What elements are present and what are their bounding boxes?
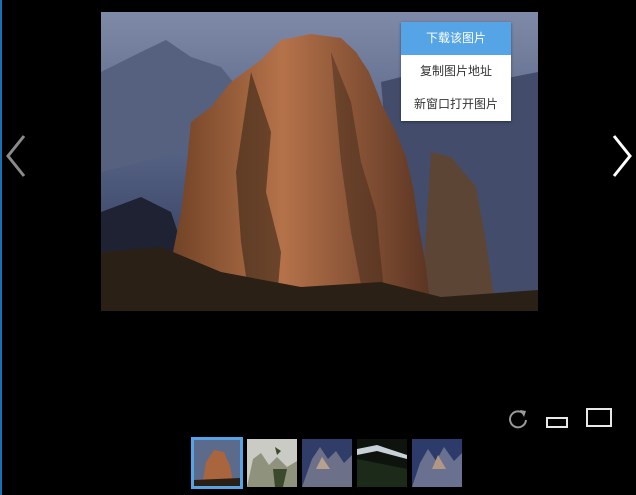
thumbnail-5[interactable]	[412, 439, 462, 487]
fullscreen-icon[interactable]	[586, 408, 612, 428]
image-viewer: 下载该图片 复制图片地址 新窗口打开图片	[0, 0, 636, 495]
thumbnail-2[interactable]	[247, 439, 297, 487]
previous-arrow-icon[interactable]	[2, 130, 32, 182]
thumbnail-1[interactable]	[191, 437, 243, 489]
actual-size-icon[interactable]	[546, 414, 568, 428]
menu-item-open-in-new-window[interactable]: 新窗口打开图片	[401, 88, 511, 121]
thumbnail-3[interactable]	[302, 439, 352, 487]
menu-item-copy-image-url[interactable]: 复制图片地址	[401, 55, 511, 88]
context-menu: 下载该图片 复制图片地址 新窗口打开图片	[401, 22, 511, 121]
thumbnail-4[interactable]	[357, 439, 407, 487]
menu-item-download-image[interactable]: 下载该图片	[401, 22, 511, 55]
rotate-icon[interactable]	[507, 408, 529, 430]
next-arrow-icon[interactable]	[606, 130, 636, 182]
window-edge	[0, 0, 2, 495]
